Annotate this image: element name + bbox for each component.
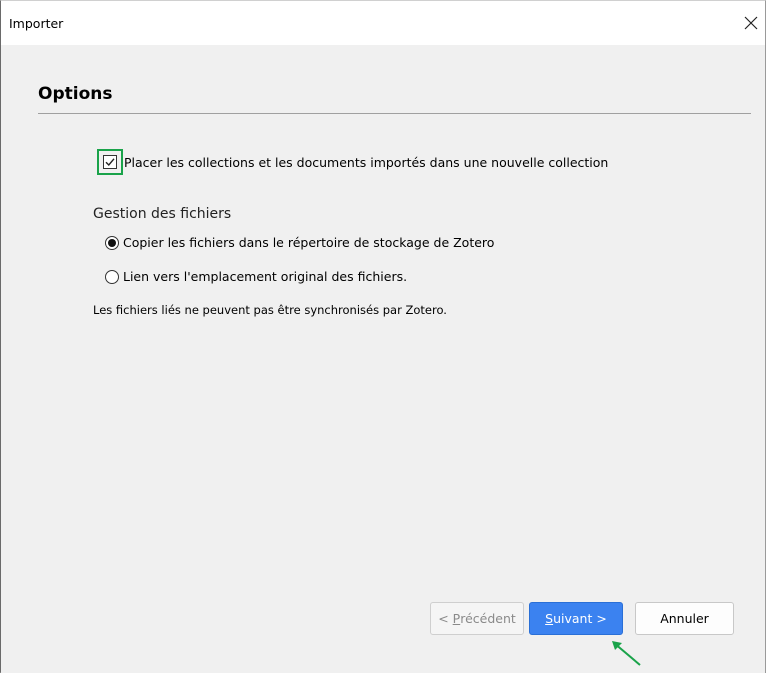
options-heading: Options [38,84,113,104]
linked-files-note: Les fichiers liés ne peuvent pas être sy… [93,303,447,317]
radio-link-files-label: Lien vers l'emplacement original des fic… [123,269,408,284]
checkbox-highlight-box [97,149,123,175]
previous-button[interactable]: < Précédent [430,602,524,635]
radio-link-files-button[interactable] [105,269,119,284]
close-button[interactable] [737,9,765,37]
annotation-arrow-icon [612,641,641,666]
new-collection-label: Placer les collections et les documents … [124,154,609,170]
new-collection-checkbox[interactable] [103,155,117,169]
window-title: Importer [9,16,64,31]
file-handling-label: Gestion des fichiers [93,206,232,222]
previous-label-rest: récédent [460,611,516,626]
checkmark-icon [105,158,115,167]
options-divider [38,113,751,114]
close-icon [744,16,758,30]
next-label-rest: uivant > [553,611,607,626]
radio-link-files[interactable]: Lien vers l'emplacement original des fic… [105,269,407,284]
radio-copy-files-button[interactable] [105,235,119,250]
next-button[interactable]: Suivant > [529,602,623,635]
new-collection-option[interactable]: Placer les collections et les documents … [97,149,608,175]
previous-prefix: < [438,611,453,626]
radio-copy-files[interactable]: Copier les fichiers dans le répertoire d… [105,235,494,250]
dialog-content: Options Placer les collections et les do… [1,45,765,673]
cancel-button[interactable]: Annuler [635,602,734,635]
next-mnemonic: S [545,611,554,626]
importer-dialog: Importer Options Placer les collections … [0,0,766,673]
previous-mnemonic: P [452,611,461,626]
radio-selected-dot [108,238,116,247]
title-bar: Importer [1,1,765,45]
radio-copy-files-label: Copier les fichiers dans le répertoire d… [123,235,495,250]
